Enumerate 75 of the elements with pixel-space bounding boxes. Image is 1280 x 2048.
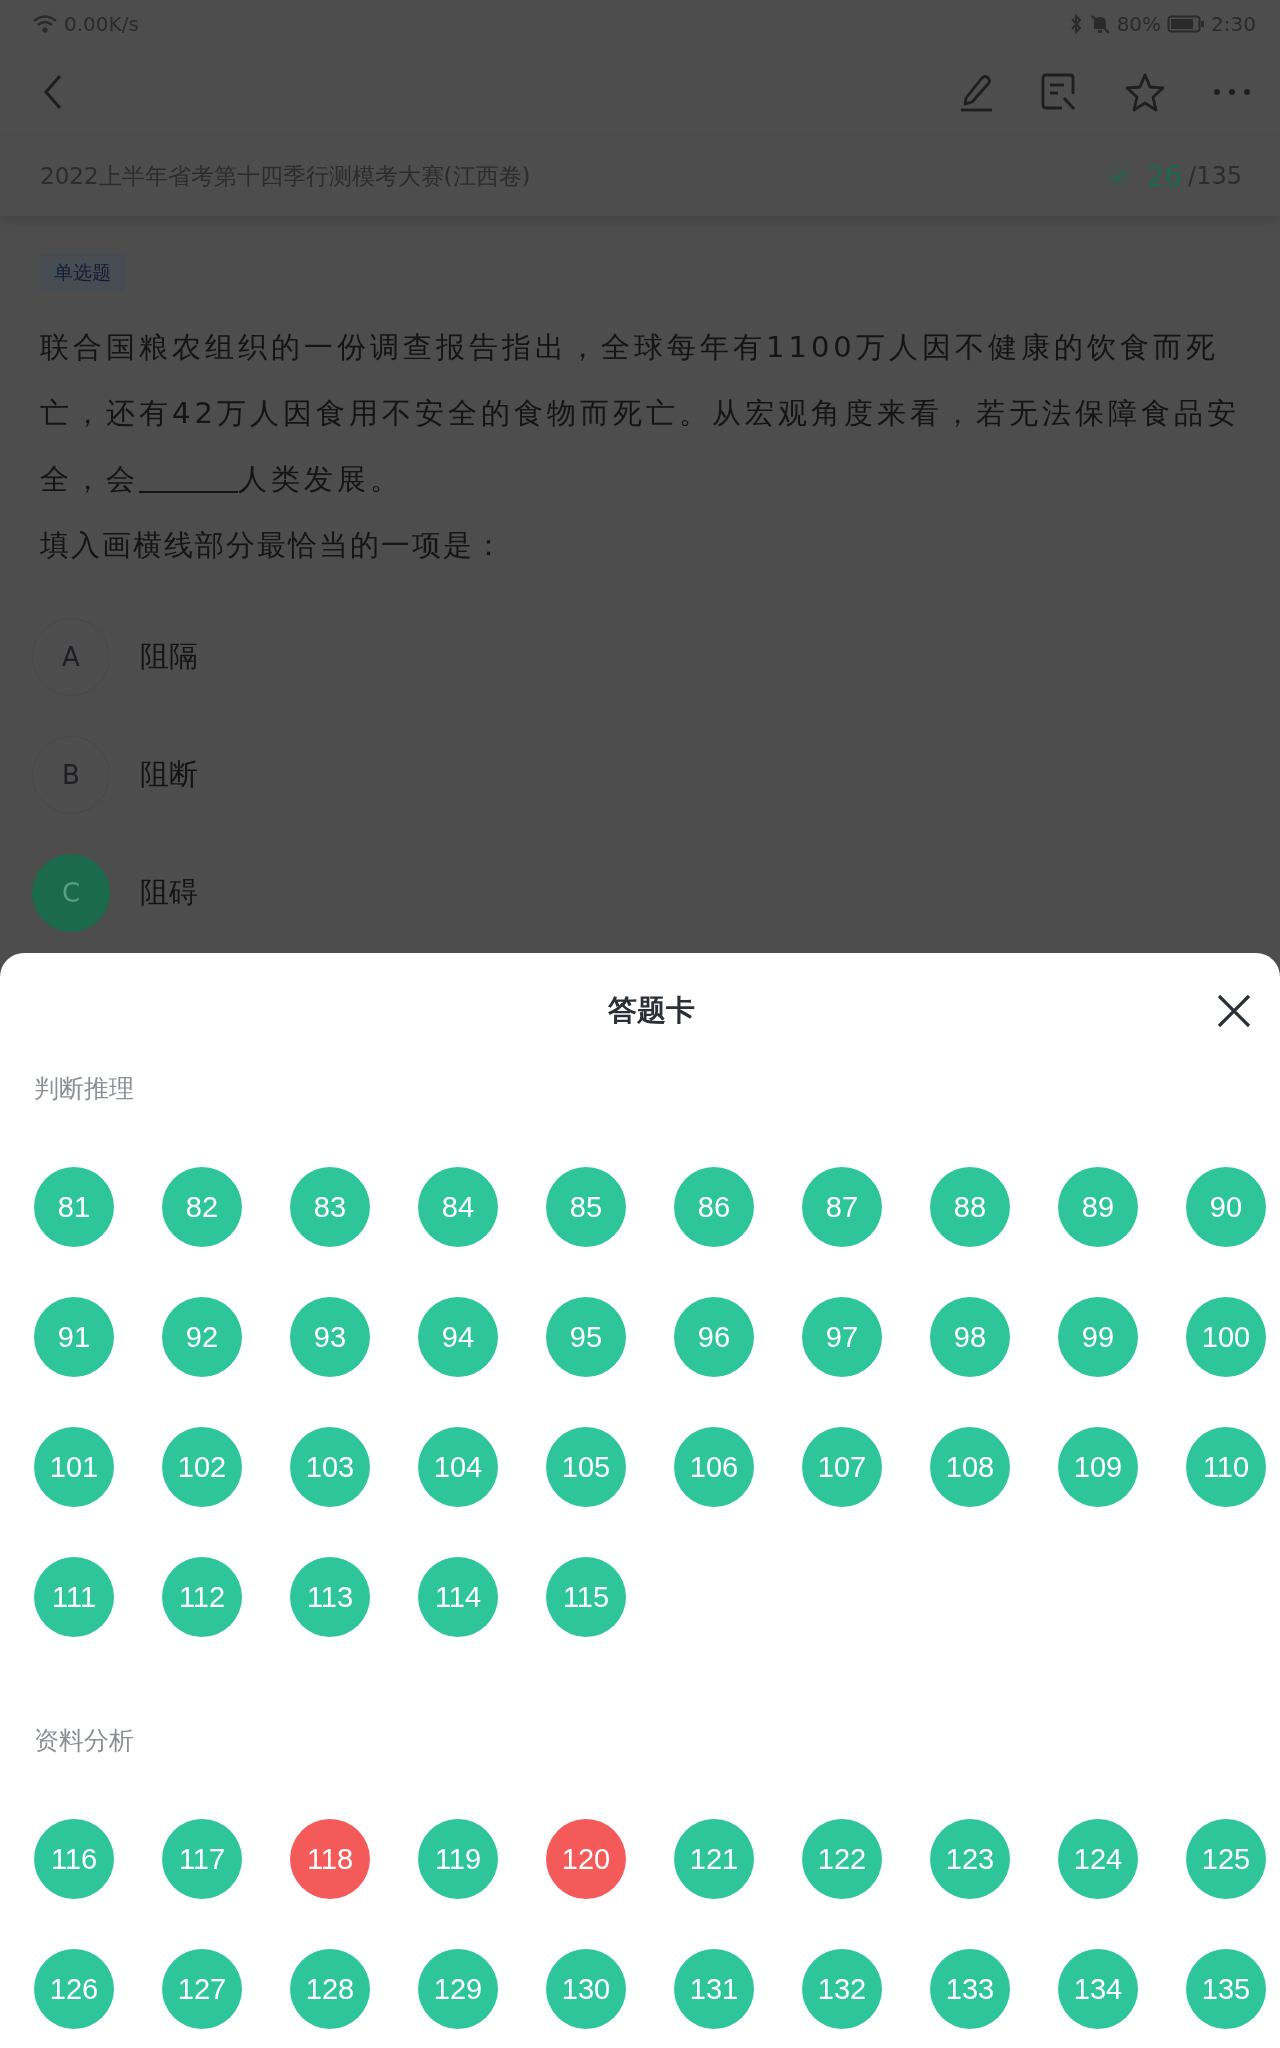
question-text: 联合国粮农组织的一份调查报告指出，全球每年有1100万人因不健康的饮食而死亡，还有42万人因食用不安全的食物而死亡。从宏观角度来看，若无法保障食品安全，会＿＿＿人类发展。 [40, 329, 1240, 498]
question-number-button[interactable]: 116 [34, 1819, 114, 1899]
question-number-button[interactable]: 88 [930, 1167, 1010, 1247]
question-number-button[interactable]: 126 [34, 1949, 114, 2029]
battery-icon [1167, 14, 1206, 34]
question-number-button[interactable]: 130 [546, 1949, 626, 2029]
question-number-button[interactable]: 91 [34, 1297, 114, 1377]
question-number-button[interactable]: 86 [674, 1167, 754, 1247]
question-number-button[interactable]: 108 [930, 1427, 1010, 1507]
question-number-button[interactable]: 95 [546, 1297, 626, 1377]
back-icon[interactable] [42, 73, 64, 111]
star-icon[interactable] [1124, 72, 1166, 112]
question-number-button[interactable]: 132 [802, 1949, 882, 2029]
sheet-title: 答题卡 [607, 992, 695, 1029]
question-number-button[interactable]: 120 [546, 1819, 626, 1899]
wifi-icon [32, 14, 58, 34]
question-number-button[interactable]: 121 [674, 1819, 754, 1899]
question-number-button[interactable]: 109 [1058, 1427, 1138, 1507]
question-number-button[interactable]: 131 [674, 1949, 754, 2029]
question-number-button[interactable]: 104 [418, 1427, 498, 1507]
question-number-button[interactable]: 129 [418, 1949, 498, 2029]
note-icon[interactable] [1040, 72, 1078, 112]
section-title: 判断推理 [34, 1073, 135, 1105]
bluetooth-icon [1068, 13, 1083, 35]
question-number-button[interactable]: 112 [162, 1557, 242, 1637]
question-number-button[interactable]: 89 [1058, 1167, 1138, 1247]
question-number-button[interactable]: 128 [290, 1949, 370, 2029]
question-number-button[interactable]: 122 [802, 1819, 882, 1899]
question-number-button[interactable]: 134 [1058, 1949, 1138, 2029]
question-number-button[interactable]: 127 [162, 1949, 242, 2029]
question-number-button[interactable]: 94 [418, 1297, 498, 1377]
question-number-button[interactable]: 111 [34, 1557, 114, 1637]
question-number-button[interactable]: 113 [290, 1557, 370, 1637]
option-letter[interactable]: C [32, 854, 110, 932]
question-number-button[interactable]: 82 [162, 1167, 242, 1247]
pencil-icon[interactable] [958, 72, 994, 112]
question-number-button[interactable]: 101 [34, 1427, 114, 1507]
question-number-button[interactable]: 125 [1186, 1819, 1266, 1899]
question-prompt: 填入画横线部分最恰当的一项是： [40, 527, 506, 564]
question-number-button[interactable]: 98 [930, 1297, 1010, 1377]
option-text[interactable]: 阻隔 [140, 637, 198, 677]
question-number-button[interactable]: 118 [290, 1819, 370, 1899]
question-number-button[interactable]: 119 [418, 1819, 498, 1899]
question-type-tag: 单选题 [40, 254, 125, 292]
question-number-button[interactable]: 90 [1186, 1167, 1266, 1247]
muted-bell-icon [1088, 13, 1111, 35]
question-number-button[interactable]: 97 [802, 1297, 882, 1377]
question-number-button[interactable]: 99 [1058, 1297, 1138, 1377]
question-number-button[interactable]: 105 [546, 1427, 626, 1507]
question-number-button[interactable]: 103 [290, 1427, 370, 1507]
question-number-button[interactable]: 107 [802, 1427, 882, 1507]
question-number-button[interactable]: 81 [34, 1167, 114, 1247]
question-number-button[interactable]: 84 [418, 1167, 498, 1247]
question-number-button[interactable]: 115 [546, 1557, 626, 1637]
question-number-button[interactable]: 110 [1186, 1427, 1266, 1507]
question-number-button[interactable]: 102 [162, 1427, 242, 1507]
question-number-button[interactable]: 124 [1058, 1819, 1138, 1899]
question-number-button[interactable]: 135 [1186, 1949, 1266, 2029]
option-text[interactable]: 阻碍 [140, 873, 198, 913]
question-number-button[interactable]: 117 [162, 1819, 242, 1899]
question-number-button[interactable]: 96 [674, 1297, 754, 1377]
question-number-button[interactable]: 93 [290, 1297, 370, 1377]
section-title: 资料分析 [34, 1725, 135, 1757]
question-number-button[interactable]: 114 [418, 1557, 498, 1637]
question-number-button[interactable]: 87 [802, 1167, 882, 1247]
more-icon[interactable] [1212, 87, 1252, 97]
question-number-button[interactable]: 85 [546, 1167, 626, 1247]
close-icon[interactable] [1216, 993, 1252, 1029]
question-number-button[interactable]: 100 [1186, 1297, 1266, 1377]
question-number-button[interactable]: 92 [162, 1297, 242, 1377]
question-number-button[interactable]: 123 [930, 1819, 1010, 1899]
question-number-button[interactable]: 83 [290, 1167, 370, 1247]
option-text[interactable]: 阻断 [140, 755, 198, 795]
question-number-button[interactable]: 133 [930, 1949, 1010, 2029]
question-number-button[interactable]: 106 [674, 1427, 754, 1507]
